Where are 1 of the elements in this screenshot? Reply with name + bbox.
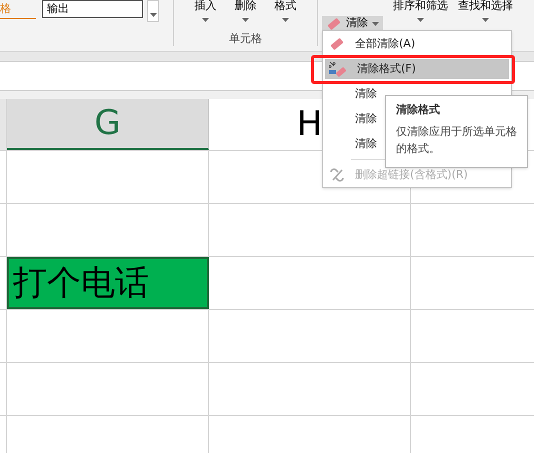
group-label: 单元格: [229, 31, 262, 47]
